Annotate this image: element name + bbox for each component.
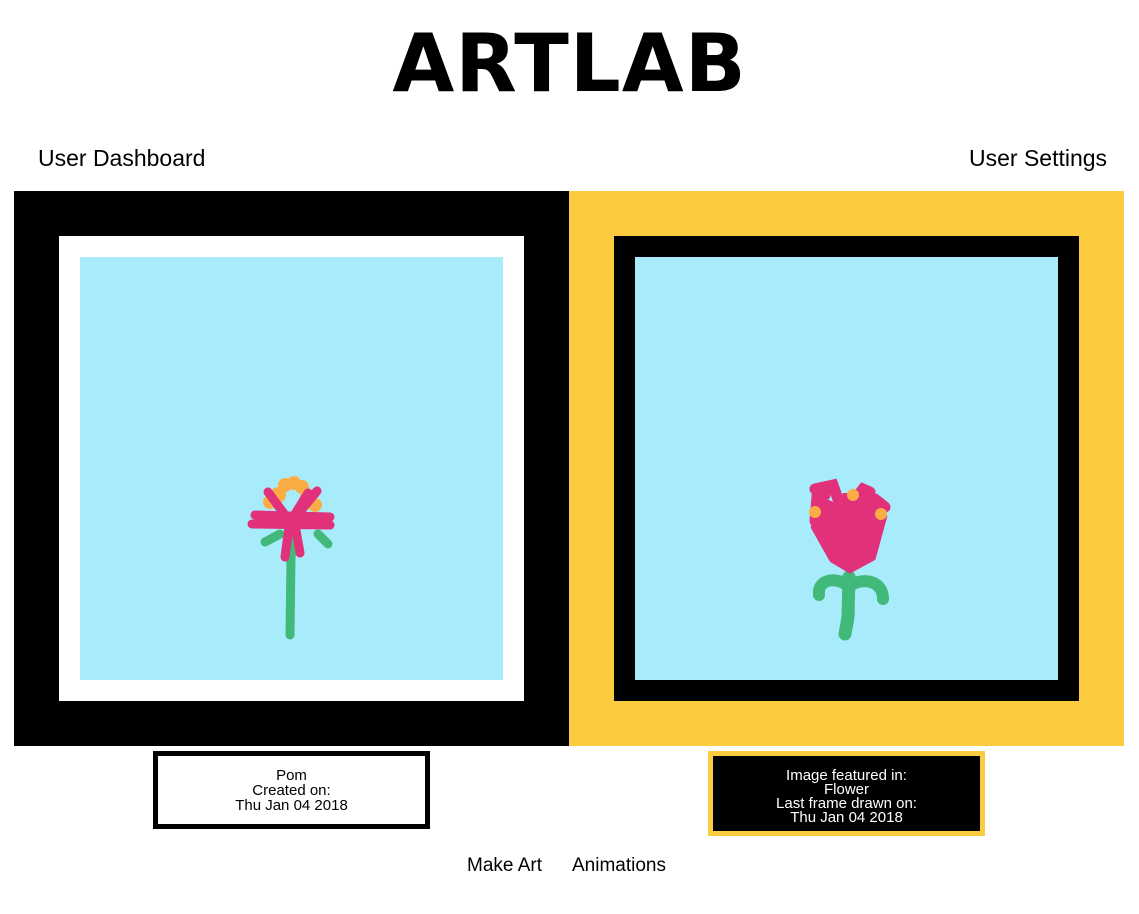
pom-flower-drawing <box>247 476 335 640</box>
tulip-flower-drawing <box>809 478 891 641</box>
created-label: Created on: <box>252 781 331 799</box>
art-panel <box>14 191 569 746</box>
animation-frame <box>614 236 1079 701</box>
art-frame <box>59 236 524 701</box>
app-title: ARTLAB <box>392 17 747 110</box>
art-name: Pom <box>276 766 307 784</box>
art-canvas-pom[interactable] <box>80 257 503 680</box>
art-info-card: Pom Created on: Thu Jan 04 2018 <box>153 751 430 829</box>
animation-canvas-flower[interactable] <box>635 257 1058 680</box>
nav-user-dashboard[interactable]: User Dashboard <box>38 145 205 172</box>
last-frame-date: Thu Jan 04 2018 <box>790 808 903 826</box>
tulip-cup <box>810 493 888 574</box>
animation-panel <box>569 191 1124 746</box>
animation-info-card: Image featured in: Flower Last frame dra… <box>708 751 985 836</box>
nav-user-settings[interactable]: User Settings <box>969 145 1107 172</box>
animations-link[interactable]: Animations <box>572 855 666 877</box>
make-art-link[interactable]: Make Art <box>467 855 542 877</box>
created-date: Thu Jan 04 2018 <box>235 796 348 814</box>
